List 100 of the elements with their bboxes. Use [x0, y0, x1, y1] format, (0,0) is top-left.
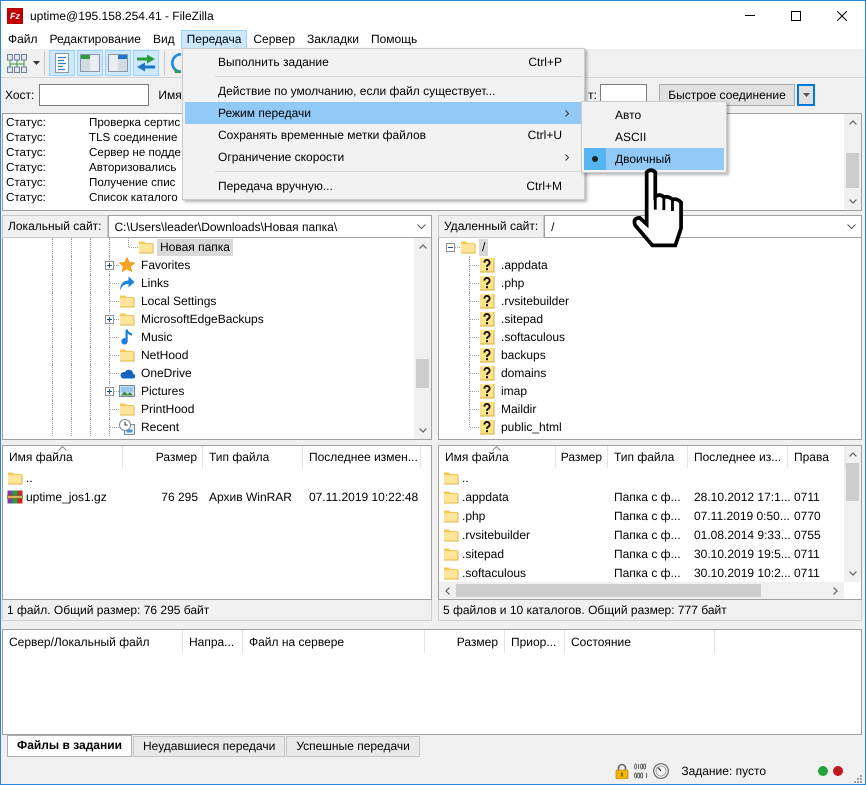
menu-item[interactable]: Авто [584, 104, 724, 126]
column-header[interactable]: Тип файла [608, 446, 688, 468]
question-folder-icon [479, 311, 495, 327]
resize-grip-icon[interactable] [853, 774, 862, 783]
menu-bar-item[interactable]: Файл [2, 30, 44, 49]
transfer-queue-toggle[interactable] [133, 50, 159, 76]
maximize-icon[interactable] [791, 10, 801, 20]
tree-item[interactable]: Links [138, 274, 172, 292]
menu-bar-item[interactable]: Редактирование [44, 30, 147, 49]
menu-item[interactable]: Действие по умолчанию, если файл существует... [185, 80, 582, 102]
scroll-right-icon[interactable] [833, 586, 838, 594]
tree-item[interactable]: / [479, 238, 488, 256]
expand-icon[interactable] [105, 315, 114, 324]
column-header[interactable]: Напра... [183, 630, 243, 653]
file-name[interactable]: .. [462, 470, 469, 484]
tree-item[interactable]: PrintHood [138, 400, 198, 418]
file-name[interactable]: .appdata [462, 490, 509, 504]
tree-item[interactable]: public_html [498, 418, 565, 436]
vertical-scrollbar[interactable] [844, 446, 861, 582]
menu-bar-item[interactable]: Сервер [247, 30, 301, 49]
menu-bar-item[interactable]: Помощь [364, 30, 424, 49]
scrollbar-thumb[interactable] [846, 153, 859, 188]
tree-item[interactable]: .appdata [498, 256, 551, 274]
file-name[interactable]: .. [26, 470, 33, 484]
column-header[interactable]: Состояние [565, 630, 715, 653]
path-combobox[interactable]: C:\Users\leader\Downloads\Новая папка\ [108, 215, 432, 238]
message-log-toggle[interactable] [49, 50, 75, 76]
scroll-up-icon[interactable] [848, 452, 856, 457]
column-header[interactable]: Последнее измен... [303, 446, 421, 468]
column-header[interactable]: Размер [425, 630, 505, 653]
tree-item[interactable]: MicrosoftEdgeBackups [138, 310, 267, 328]
tree-item[interactable]: OneDrive [138, 364, 195, 382]
tree-item[interactable]: .rvsitebuilder [498, 292, 572, 310]
menu-item[interactable]: Двоичный [584, 148, 724, 170]
folder-icon [138, 239, 154, 255]
scrollbar-thumb[interactable] [456, 584, 761, 597]
close-icon[interactable] [837, 10, 847, 20]
file-name[interactable]: .php [462, 508, 486, 522]
column-header[interactable]: Приор... [505, 630, 565, 653]
tree-item[interactable]: .php [498, 274, 528, 292]
question-folder-icon [479, 329, 495, 345]
tree-item[interactable]: Recent [138, 418, 182, 436]
tree-item[interactable]: imap [498, 382, 530, 400]
tree-item[interactable]: backups [498, 346, 549, 364]
table-cell: 30.10.2019 19:5... [694, 546, 791, 560]
menu-item[interactable]: Режим передачи [185, 102, 582, 124]
file-name[interactable]: .rvsitebuilder [462, 528, 530, 542]
column-header[interactable]: Последнее из... [688, 446, 788, 468]
file-name[interactable]: uptime_jos1.gz [26, 490, 107, 504]
tree-item[interactable]: Maildir [498, 400, 540, 418]
collapse-icon[interactable] [446, 243, 455, 252]
vertical-scrollbar[interactable] [844, 114, 861, 210]
expand-icon[interactable] [105, 387, 114, 396]
menu-item[interactable]: ASCII [584, 126, 724, 148]
menu-bar-item[interactable]: Закладки [301, 30, 365, 49]
local-tree-toggle[interactable] [77, 50, 103, 76]
column-header[interactable]: Имя файла [439, 446, 556, 468]
column-header[interactable]: Имя файла [3, 446, 123, 468]
quickconnect-dropdown-button[interactable] [797, 84, 815, 106]
column-header[interactable]: Сервер/Локальный файл [3, 630, 183, 653]
tree-item[interactable]: Music [138, 328, 176, 346]
file-name[interactable]: .sitepad [462, 546, 504, 560]
tree-item[interactable]: domains [498, 364, 550, 382]
column-header[interactable]: Размер [123, 446, 203, 468]
scroll-down-icon[interactable] [418, 428, 426, 433]
remote-tree-toggle[interactable] [105, 50, 131, 76]
host-field[interactable] [39, 84, 150, 106]
menu-item[interactable]: Выполнить задание Ctrl+P [185, 51, 582, 73]
scroll-up-icon[interactable] [848, 120, 856, 125]
menu-item[interactable]: Сохранять временные метки файлов Ctrl+U [185, 124, 582, 146]
refresh-icon [170, 53, 181, 73]
tree-item[interactable]: Новая папка [157, 238, 233, 256]
tree-item[interactable]: NetHood [138, 346, 192, 364]
column-header[interactable]: Тип файла [203, 446, 303, 468]
scroll-down-icon[interactable] [848, 571, 856, 576]
table-cell: 76 295 [161, 490, 198, 504]
scrollbar-thumb[interactable] [416, 359, 429, 388]
tab[interactable]: Успешные передачи [286, 736, 420, 757]
menu-bar-item[interactable]: Вид [146, 30, 181, 49]
tree-item[interactable]: Pictures [138, 382, 188, 400]
vertical-scrollbar[interactable] [414, 238, 431, 439]
tree-item[interactable]: Favorites [138, 256, 194, 274]
tab[interactable]: Неудавшиеся передачи [132, 736, 286, 757]
menu-item[interactable]: Ограничение скорости [185, 146, 582, 168]
file-name[interactable]: .softaculous [462, 566, 526, 580]
scroll-left-icon[interactable] [445, 586, 450, 594]
tab[interactable]: Файлы в задании [7, 735, 132, 757]
tree-item[interactable]: .sitepad [498, 310, 546, 328]
tree-item[interactable]: .softaculous [498, 328, 568, 346]
scroll-down-icon[interactable] [848, 199, 856, 204]
scrollbar-thumb[interactable] [846, 463, 859, 501]
menu-item[interactable]: Передача вручную... Ctrl+M [185, 175, 582, 197]
horizontal-scrollbar[interactable] [439, 582, 844, 599]
scroll-up-icon[interactable] [418, 244, 426, 249]
column-header[interactable]: Файл на сервере [243, 630, 425, 653]
tree-item[interactable]: Local Settings [138, 292, 220, 310]
expand-icon[interactable] [105, 261, 114, 270]
column-header[interactable]: Размер [556, 446, 608, 468]
refresh-button[interactable] [170, 53, 181, 73]
menu-bar-item[interactable]: Передача [180, 30, 248, 49]
